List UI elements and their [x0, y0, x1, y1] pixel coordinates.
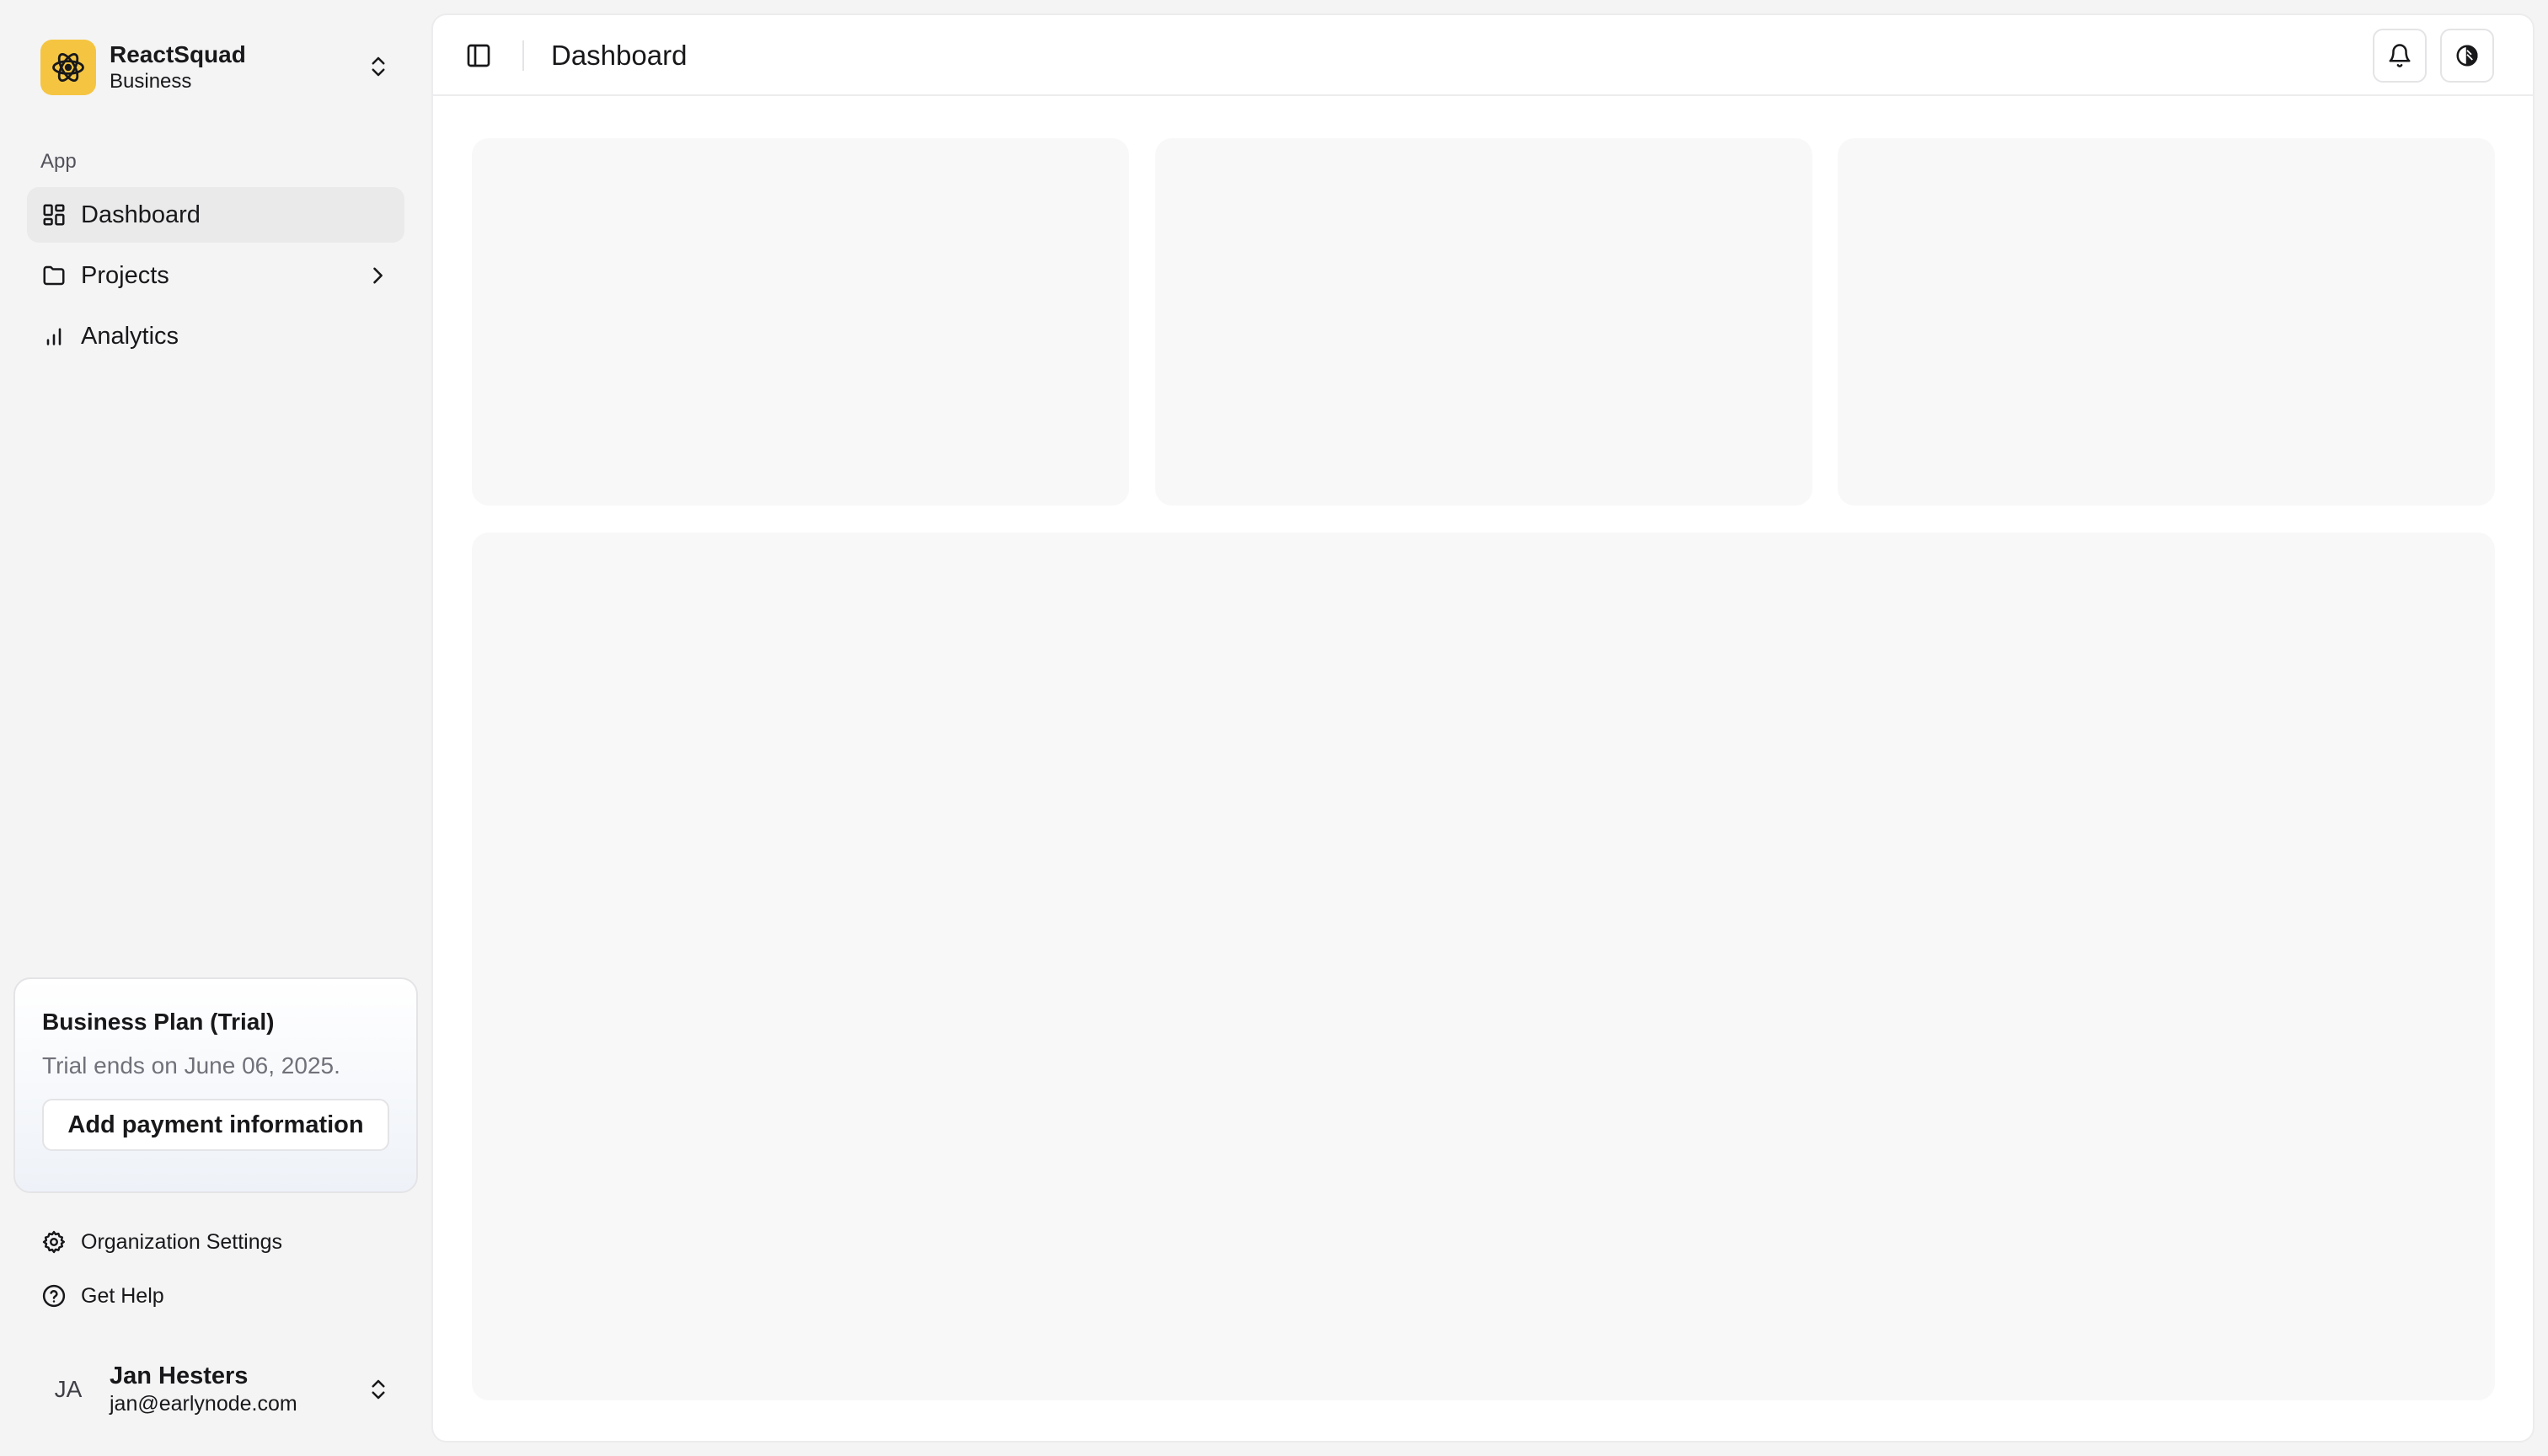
- header-divider: [522, 40, 524, 71]
- bar-chart-icon: [40, 323, 67, 350]
- theme-toggle-button[interactable]: [2440, 29, 2494, 83]
- sidebar-item-analytics[interactable]: Analytics: [27, 308, 404, 364]
- get-help-link[interactable]: Get Help: [27, 1272, 404, 1320]
- notifications-button[interactable]: [2373, 29, 2427, 83]
- contrast-icon: [2456, 45, 2478, 67]
- avatar: JA: [40, 1362, 96, 1417]
- app-root: ReactSquad Business App Dashboard Projec…: [0, 0, 2548, 1456]
- skeleton-panel: [472, 533, 2495, 1400]
- bell-icon: [2389, 44, 2411, 67]
- sidebar-item-label: Analytics: [81, 322, 179, 350]
- dashboard-icon: [40, 201, 67, 228]
- skeleton-card: [472, 138, 1129, 506]
- footer-link-label: Get Help: [81, 1283, 164, 1308]
- user-name: Jan Hesters: [110, 1362, 249, 1389]
- chevrons-up-down-icon: [366, 1375, 391, 1408]
- section-label-app: App: [40, 150, 77, 173]
- gear-icon: [40, 1228, 67, 1255]
- chevron-right-icon: [366, 262, 389, 296]
- user-switcher[interactable]: JA Jan Hesters jan@earlynode.com: [27, 1353, 404, 1426]
- sidebar-toggle-button[interactable]: [463, 40, 494, 71]
- plan-subtitle: Trial ends on June 06, 2025.: [42, 1052, 340, 1079]
- org-name: ReactSquad: [110, 41, 246, 67]
- sidebar-item-dashboard[interactable]: Dashboard: [27, 187, 404, 243]
- organization-settings-link[interactable]: Organization Settings: [27, 1218, 404, 1266]
- panel-left-icon: [467, 44, 490, 67]
- atom-icon: [52, 53, 84, 82]
- help-circle-icon: [40, 1282, 67, 1309]
- sidebar-item-projects[interactable]: Projects: [27, 248, 404, 303]
- sidebar-item-label: Dashboard: [81, 201, 201, 228]
- add-payment-button[interactable]: Add payment information: [42, 1099, 389, 1151]
- user-email: jan@earlynode.com: [110, 1392, 297, 1416]
- plan-title: Business Plan (Trial): [42, 1009, 275, 1035]
- footer-links: Organization Settings Get Help: [27, 1218, 404, 1326]
- footer-link-label: Organization Settings: [81, 1229, 283, 1254]
- org-logo: [40, 40, 96, 95]
- top-bar: Dashboard: [433, 15, 2533, 96]
- skeleton-card: [1155, 138, 1812, 506]
- sidebar-nav: Dashboard Projects Analytics: [27, 187, 404, 369]
- sidebar-item-label: Projects: [81, 261, 169, 289]
- folder-icon: [40, 262, 67, 289]
- org-plan: Business: [110, 70, 192, 93]
- page-title: Dashboard: [551, 40, 688, 71]
- main-panel: Dashboard: [431, 13, 2535, 1443]
- skeleton-card: [1838, 138, 2495, 506]
- sidebar: ReactSquad Business App Dashboard Projec…: [0, 0, 431, 1456]
- chevrons-up-down-icon: [366, 52, 391, 85]
- plan-card: Business Plan (Trial) Trial ends on June…: [13, 977, 418, 1193]
- org-switcher[interactable]: ReactSquad Business: [27, 25, 404, 110]
